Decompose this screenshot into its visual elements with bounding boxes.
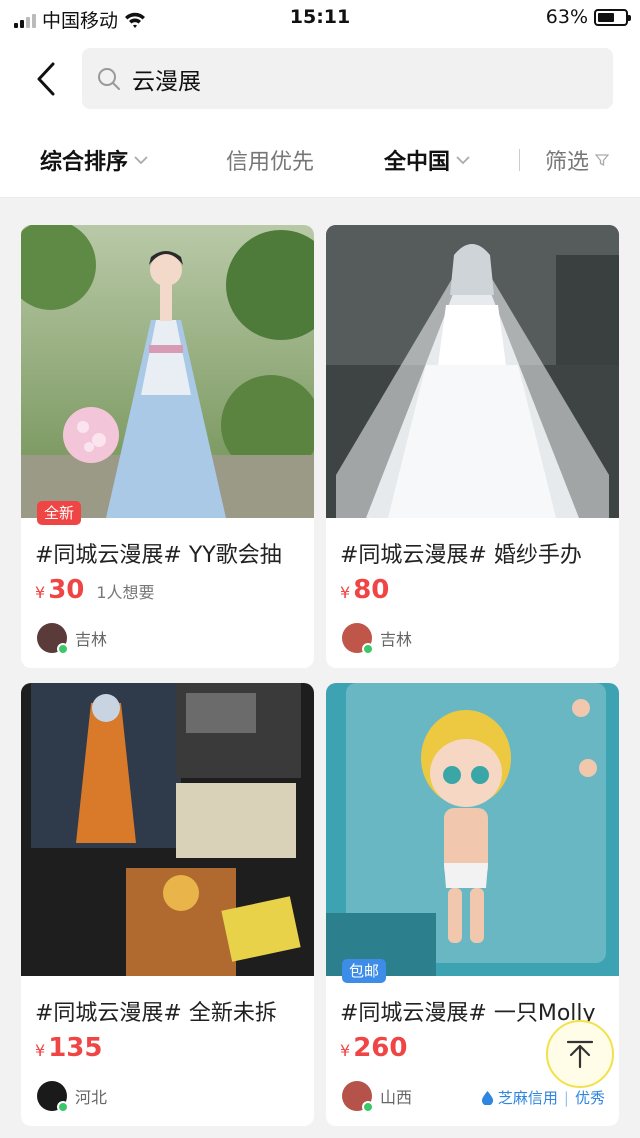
filter-button[interactable]: 筛选 bbox=[545, 144, 610, 176]
search-header: 云漫展 bbox=[0, 36, 640, 122]
price: ¥ 135 bbox=[35, 1033, 102, 1063]
clock: 15:11 bbox=[289, 6, 351, 28]
free-shipping-badge: 包邮 bbox=[342, 959, 387, 983]
avatar bbox=[37, 1081, 69, 1113]
chevron-down-icon bbox=[134, 156, 148, 165]
avatar bbox=[342, 1081, 374, 1113]
search-icon bbox=[98, 67, 120, 90]
sort-label: 综合排序 bbox=[40, 150, 129, 175]
chevron-down-icon bbox=[456, 156, 470, 165]
region-dropdown[interactable]: 全中国 bbox=[384, 144, 470, 176]
seller-info[interactable]: 河北 bbox=[37, 1081, 108, 1113]
price-value: 30 bbox=[48, 575, 85, 605]
online-dot bbox=[57, 643, 69, 655]
new-badge: 全新 bbox=[37, 501, 82, 525]
sesame-credit-badge: 芝麻信用 | 优秀 bbox=[481, 1087, 605, 1108]
battery-percent: 63% bbox=[545, 6, 588, 28]
price-value: 80 bbox=[353, 575, 390, 605]
product-image bbox=[326, 225, 619, 518]
wants-count: 1人想要 bbox=[96, 583, 155, 602]
molly-doll-photo bbox=[326, 683, 619, 976]
avatar bbox=[37, 623, 69, 655]
credit-first-label: 信用优先 bbox=[226, 150, 315, 175]
currency-symbol: ¥ bbox=[35, 583, 46, 602]
wedding-dress-figure-photo bbox=[326, 225, 619, 518]
product-title: #同城云漫展# YY歌会抽 bbox=[35, 543, 282, 568]
currency-symbol: ¥ bbox=[340, 1041, 351, 1060]
filter-bar: 综合排序 信用优先 全中国 筛选 bbox=[0, 122, 640, 198]
search-input[interactable]: 云漫展 bbox=[82, 48, 613, 109]
price: ¥ 260 bbox=[340, 1033, 407, 1063]
seller-location: 山西 bbox=[380, 1088, 413, 1107]
filter-label: 筛选 bbox=[545, 150, 590, 175]
back-to-top-button[interactable] bbox=[546, 1020, 614, 1088]
seller-info[interactable]: 吉林 bbox=[342, 623, 413, 655]
online-dot bbox=[362, 643, 374, 655]
product-image bbox=[326, 683, 619, 976]
chevron-left-icon bbox=[37, 62, 55, 96]
filter-divider bbox=[519, 149, 520, 171]
product-card[interactable]: #同城云漫展# 婚纱手办 ¥ 80 吉林 bbox=[326, 225, 619, 668]
price-value: 260 bbox=[353, 1033, 408, 1063]
seller-info[interactable]: 山西 bbox=[342, 1081, 413, 1113]
search-query: 云漫展 bbox=[132, 68, 201, 95]
status-bar: 中国移动 15:11 63% bbox=[0, 0, 640, 36]
currency-symbol: ¥ bbox=[35, 1041, 46, 1060]
arrow-up-icon bbox=[566, 1040, 594, 1069]
avatar bbox=[342, 623, 374, 655]
seller-info[interactable]: 吉林 bbox=[37, 623, 108, 655]
region-label: 全中国 bbox=[384, 150, 451, 175]
product-card[interactable]: #同城云漫展# 全新未拆 ¥ 135 河北 bbox=[21, 683, 314, 1126]
anime-figure-boxes-photo bbox=[21, 683, 314, 976]
currency-symbol: ¥ bbox=[340, 583, 351, 602]
product-card[interactable]: 全新 #同城云漫展# YY歌会抽 ¥ 30 1人想要 吉林 bbox=[21, 225, 314, 668]
credit-first-tab[interactable]: 信用优先 bbox=[226, 144, 314, 176]
battery-icon bbox=[594, 8, 631, 26]
seller-location: 吉林 bbox=[380, 630, 413, 649]
seller-location: 河北 bbox=[75, 1088, 108, 1107]
online-dot bbox=[57, 1101, 69, 1113]
product-title: #同城云漫展# 全新未拆 bbox=[35, 1001, 277, 1026]
back-button[interactable] bbox=[26, 54, 66, 104]
price: ¥ 30 1人想要 bbox=[35, 575, 155, 605]
hanfu-photo bbox=[21, 225, 314, 518]
water-drop-icon bbox=[481, 1091, 493, 1105]
product-title: #同城云漫展# 婚纱手办 bbox=[340, 543, 582, 568]
seller-location: 吉林 bbox=[75, 630, 108, 649]
price: ¥ 80 bbox=[340, 575, 389, 605]
product-image bbox=[21, 683, 314, 976]
credit-rating: 优秀 bbox=[574, 1089, 605, 1107]
credit-separator: | bbox=[563, 1088, 569, 1107]
funnel-icon bbox=[595, 154, 610, 167]
price-value: 135 bbox=[48, 1033, 103, 1063]
credit-label: 芝麻信用 bbox=[497, 1089, 558, 1107]
product-image bbox=[21, 225, 314, 518]
online-dot bbox=[362, 1101, 374, 1113]
sort-dropdown[interactable]: 综合排序 bbox=[40, 144, 148, 176]
